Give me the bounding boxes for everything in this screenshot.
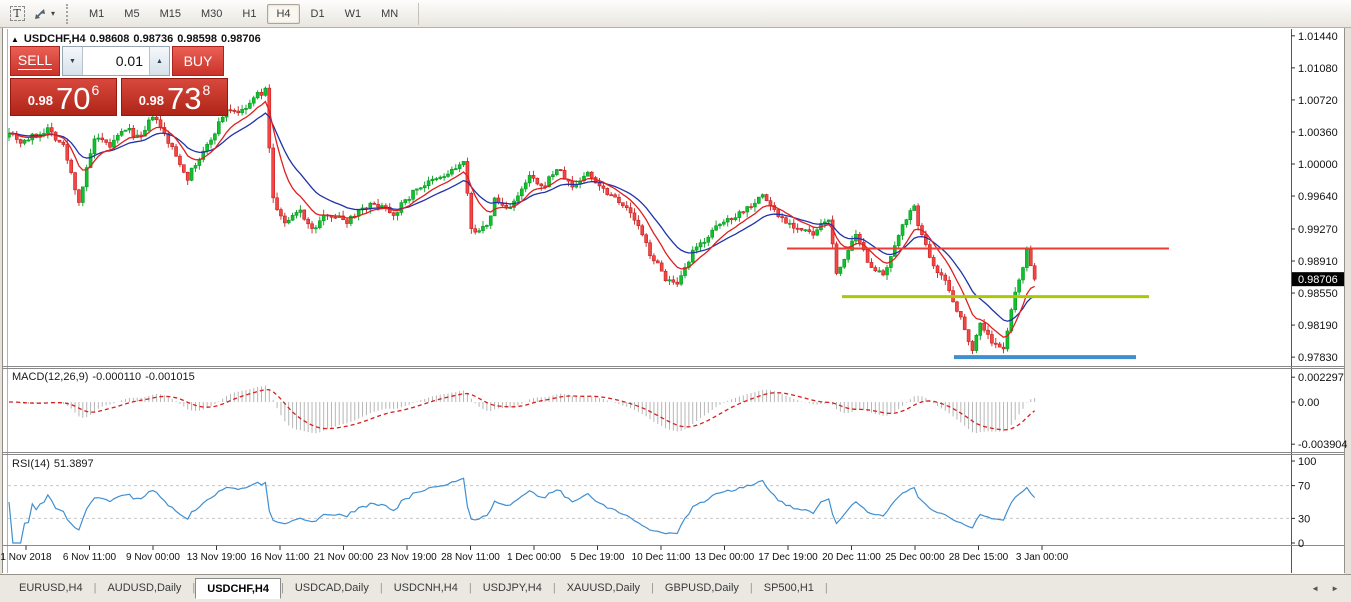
sell-label: SELL <box>18 52 52 70</box>
toolbar-separator <box>66 4 70 24</box>
timeframe-d1[interactable]: D1 <box>302 4 334 24</box>
buy-label: BUY <box>184 53 213 69</box>
chart-tab-usdcad-daily[interactable]: USDCAD,Daily <box>284 578 380 599</box>
timeframe-m30[interactable]: M30 <box>192 4 231 24</box>
timeframe-mn[interactable]: MN <box>372 4 407 24</box>
chart-tab-audusd-daily[interactable]: AUDUSD,Daily <box>96 578 192 599</box>
tabs-scroll-left-icon[interactable]: ◄ <box>1311 584 1319 593</box>
text-label-icon: T <box>10 6 25 21</box>
chart-tab-sp500-h1[interactable]: SP500,H1 <box>753 578 825 599</box>
macd-label: MACD(12,26,9) -0.000110 -0.001015 <box>12 371 199 383</box>
macd-main-value: -0.000110 <box>92 371 141 383</box>
spinner-down-icon: ▼ <box>69 58 76 65</box>
chart-tab-usdchf-h4[interactable]: USDCHF,H4 <box>195 578 281 599</box>
macd-signal-value: -0.001015 <box>145 371 195 383</box>
buy-price-display[interactable]: 0.98 73 8 <box>121 78 228 116</box>
volume-decrease-button[interactable]: ▼ <box>63 47 83 75</box>
spinner-up-icon: ▲ <box>156 58 163 65</box>
tab-separator: | <box>825 578 828 599</box>
one-click-trading-panel: SELL ▼ ▲ BUY 0.98 70 6 0.98 73 8 <box>10 46 228 116</box>
chart-tab-usdcnh-h4[interactable]: USDCNH,H4 <box>383 578 469 599</box>
timeframes-toolbar: M1M5M15M30H1H4D1W1MN <box>80 4 407 24</box>
timeframe-h4[interactable]: H4 <box>267 4 299 24</box>
volume-increase-button[interactable]: ▲ <box>149 47 169 75</box>
timeframe-m5[interactable]: M5 <box>115 4 148 24</box>
low-value: 0.98598 <box>177 33 217 45</box>
chart-tab-eurusd-h4[interactable]: EURUSD,H4 <box>8 578 94 599</box>
volume-group: ▼ ▲ <box>62 46 170 76</box>
tabs-scroll-right-icon[interactable]: ► <box>1331 584 1339 593</box>
sell-price-display[interactable]: 0.98 70 6 <box>10 78 117 116</box>
price-axis[interactable] <box>1292 28 1345 574</box>
pane-splitter[interactable] <box>8 364 1292 370</box>
macd-name: MACD(12,26,9) <box>12 371 88 383</box>
trade-panel-toggle-icon[interactable]: ▲ <box>11 35 19 44</box>
sell-button[interactable]: SELL <box>10 46 60 76</box>
chart-tabs-bar: EURUSD,H4|AUDUSD,Daily|USDCHF,H4|USDCAD,… <box>0 574 1351 602</box>
arrows-tool-button[interactable]: ▾ <box>32 3 56 25</box>
timeframe-m15[interactable]: M15 <box>151 4 190 24</box>
chart-tab-gbpusd-daily[interactable]: GBPUSD,Daily <box>654 578 750 599</box>
chart-tab-usdjpy-h4[interactable]: USDJPY,H4 <box>472 578 553 599</box>
timeframe-m1[interactable]: M1 <box>80 4 113 24</box>
dropdown-caret-icon: ▾ <box>51 9 55 18</box>
sell-price-sup: 6 <box>92 82 100 98</box>
timeframe-h1[interactable]: H1 <box>233 4 265 24</box>
sell-price-prefix: 0.98 <box>28 93 53 108</box>
buy-price-prefix: 0.98 <box>139 93 164 108</box>
time-axis[interactable] <box>8 545 1292 574</box>
pane-splitter[interactable] <box>8 450 1292 456</box>
toolbar: T ▾ M1M5M15M30H1H4D1W1MN <box>0 0 1351 28</box>
chart-tabs: EURUSD,H4|AUDUSD,Daily|USDCHF,H4|USDCAD,… <box>0 578 1351 599</box>
chart-title: ▲ USDCHF,H4 0.986080.98736 0.98598 0.98706 <box>11 33 265 45</box>
buy-price-big: 73 <box>167 86 201 112</box>
volume-input[interactable] <box>83 47 149 75</box>
open-value: 0.98608 <box>90 33 130 45</box>
arrows-icon <box>33 7 48 21</box>
rsi-value: 51.3897 <box>54 458 94 470</box>
text-tool-button[interactable]: T <box>5 3 29 25</box>
sell-price-big: 70 <box>56 86 90 112</box>
symbol-name: USDCHF,H4 <box>24 33 86 45</box>
buy-price-sup: 8 <box>203 82 211 98</box>
toolbar-separator <box>418 3 419 25</box>
timeframe-w1[interactable]: W1 <box>336 4 371 24</box>
high-value: 0.98736 <box>133 33 173 45</box>
close-value: 0.98706 <box>221 33 261 45</box>
rsi-label: RSI(14) 51.3897 <box>12 458 98 470</box>
rsi-name: RSI(14) <box>12 458 50 470</box>
buy-button[interactable]: BUY <box>172 46 224 76</box>
chart-window: 1.014401.010801.007201.003601.000000.996… <box>0 28 1351 574</box>
terminal-window: T ▾ M1M5M15M30H1H4D1W1MN 1.014401.010801… <box>0 0 1351 602</box>
chart-tab-xauusd-daily[interactable]: XAUUSD,Daily <box>556 578 651 599</box>
